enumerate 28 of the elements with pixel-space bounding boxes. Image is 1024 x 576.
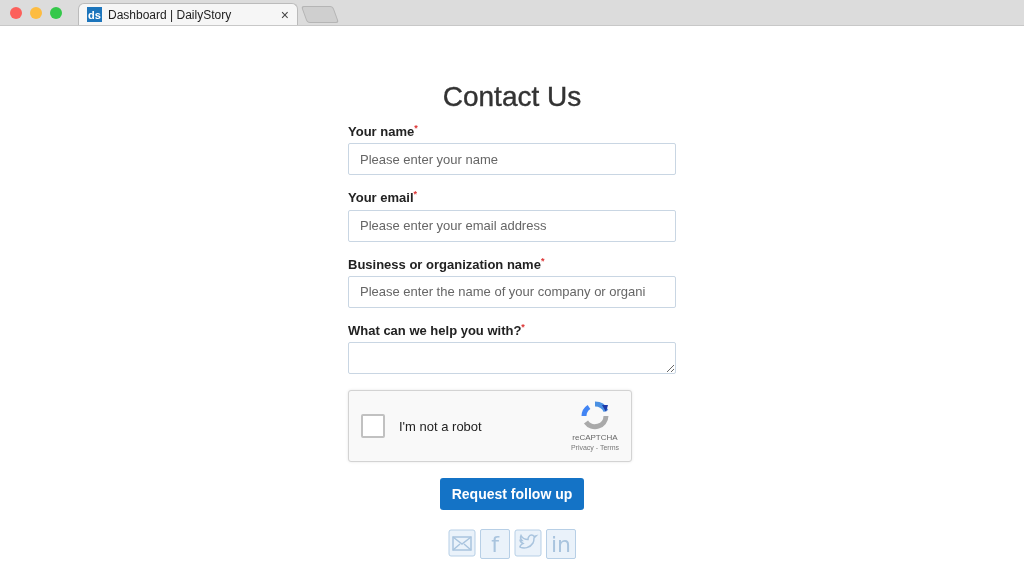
required-mark: * bbox=[413, 189, 418, 200]
field-label: Business or organization name bbox=[348, 257, 541, 272]
required-mark: * bbox=[414, 123, 418, 133]
mail-icon[interactable] bbox=[448, 529, 476, 558]
recaptcha-logo-icon bbox=[579, 401, 610, 432]
window-control-dot[interactable] bbox=[10, 6, 22, 19]
new-tab-button[interactable] bbox=[300, 6, 340, 23]
page-title: Contact Us bbox=[441, 81, 583, 113]
message-field[interactable] bbox=[348, 342, 676, 375]
submit-button[interactable]: Request follow up bbox=[439, 478, 585, 511]
site-logo-icon: ds bbox=[87, 7, 102, 22]
field-label: What can we help you with? bbox=[348, 323, 522, 339]
bird-icon[interactable] bbox=[514, 529, 542, 558]
browser-tab[interactable]: ds Dashboard | DailyStory × bbox=[78, 3, 298, 25]
checkbox-label: I'm not a robot bbox=[399, 418, 483, 434]
window-control-dot[interactable] bbox=[30, 6, 42, 19]
field-label: Your name bbox=[348, 124, 415, 140]
tab-title: Dashboard | DailyStory bbox=[108, 7, 233, 22]
input-field[interactable]: Please enter your email address bbox=[348, 209, 676, 242]
required-mark: * bbox=[521, 322, 525, 332]
field-label: Your email bbox=[348, 190, 414, 206]
checkbox[interactable] bbox=[361, 414, 385, 439]
input-field[interactable]: Please enter the name of your company or organi bbox=[348, 276, 676, 308]
close-tab-button[interactable]: × bbox=[280, 6, 289, 23]
window-control-dot[interactable] bbox=[50, 6, 62, 19]
required-mark: * bbox=[540, 255, 545, 266]
captcha-brand: reCAPTCHA bbox=[572, 433, 618, 443]
input-field[interactable]: Please enter your name bbox=[348, 143, 676, 176]
